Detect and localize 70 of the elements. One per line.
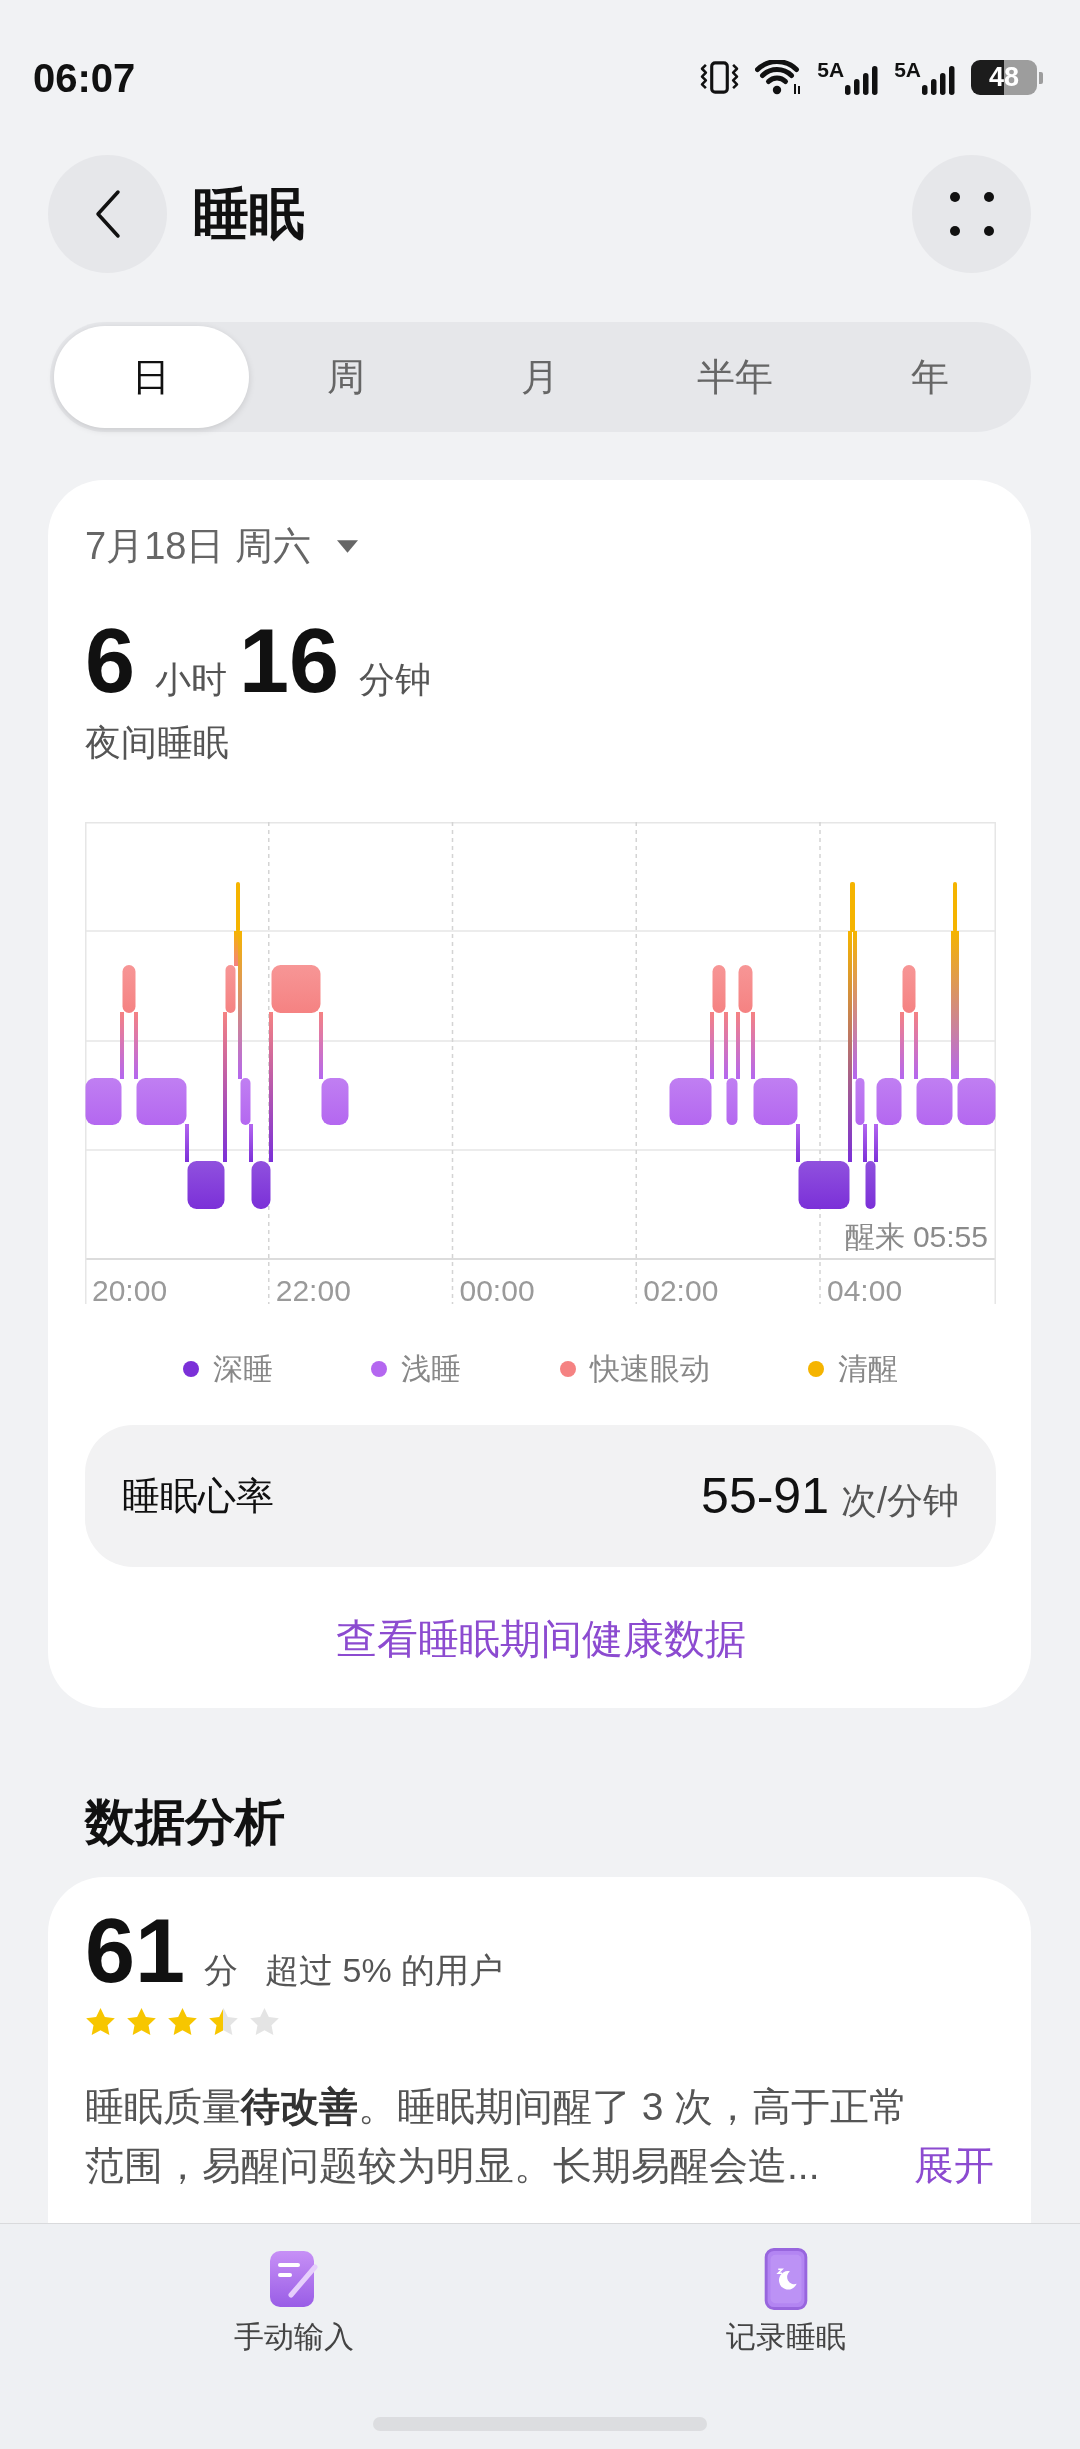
star-icon bbox=[126, 2006, 157, 2037]
back-icon bbox=[93, 189, 122, 239]
light-sleep-block bbox=[876, 1078, 902, 1125]
light-sleep-block bbox=[726, 1078, 738, 1125]
signal-bars-icon bbox=[921, 65, 957, 95]
deep-sleep-block bbox=[865, 1161, 876, 1209]
legend-label: 深睡 bbox=[213, 1351, 274, 1387]
heart-rate-label: 睡眠心率 bbox=[122, 1473, 274, 1519]
light-sleep-block bbox=[855, 1078, 865, 1125]
time-axis-label: 04:00 bbox=[827, 1274, 903, 1307]
time-axis-label: 02:00 bbox=[643, 1274, 719, 1307]
phone-moon-icon bbox=[764, 2248, 808, 2310]
four-dots-icon bbox=[949, 192, 994, 236]
light-sleep-block bbox=[669, 1078, 712, 1125]
network-type-label: 5A bbox=[894, 59, 921, 80]
light-sleep-block bbox=[916, 1078, 953, 1125]
deep-sleep-block bbox=[251, 1161, 271, 1209]
sleep-score: 61 bbox=[85, 1906, 186, 1996]
deep-sleep-block bbox=[798, 1161, 850, 1209]
empty-star-icon bbox=[249, 2006, 280, 2037]
analysis-summary: 睡眠质量待改善。睡眠期间醒了 3 次，高于正常范围，易醒问题较为明显。长期易醒会造... bbox=[85, 2084, 910, 2189]
minutes-unit: 分钟 bbox=[359, 658, 432, 702]
rem-sleep-block bbox=[902, 965, 916, 1013]
record-sleep-button[interactable]: 记录睡眠 bbox=[540, 2248, 1032, 2360]
light-sleep-block bbox=[753, 1078, 798, 1125]
time-axis-label: 22:00 bbox=[275, 1274, 351, 1307]
page-title: 睡眠 bbox=[193, 181, 305, 248]
score-unit: 分 bbox=[204, 1950, 239, 1991]
time-axis-label: 20:00 bbox=[92, 1274, 168, 1307]
light-sleep-block bbox=[240, 1078, 251, 1125]
rem-sleep-block bbox=[122, 965, 136, 1013]
light-sleep-block bbox=[957, 1078, 996, 1125]
date-picker[interactable]: 7月18日 周六 bbox=[85, 522, 358, 571]
status-time: 06:07 bbox=[33, 57, 136, 98]
wake-time-label: 醒来 05:55 bbox=[844, 1220, 988, 1253]
section-title: 数据分析 bbox=[85, 1793, 285, 1852]
notepad-pen-icon bbox=[269, 2248, 319, 2310]
period-tab[interactable]: 日 bbox=[54, 326, 249, 428]
light-sleep-block bbox=[321, 1078, 349, 1125]
rem-sleep-block bbox=[712, 965, 726, 1013]
heart-rate-value: 55-91 bbox=[701, 1466, 829, 1526]
score-comparison: 超过 5% 的用户 bbox=[265, 1950, 504, 1991]
rem-sleep-block bbox=[271, 965, 321, 1013]
period-tab[interactable]: 周 bbox=[248, 326, 444, 428]
light-sleep-block bbox=[136, 1078, 187, 1125]
period-tab[interactable]: 半年 bbox=[637, 326, 833, 428]
star-icon bbox=[167, 2006, 198, 2037]
manual-entry-button[interactable]: 手动输入 bbox=[48, 2248, 540, 2360]
legend-label: 清醒 bbox=[837, 1351, 898, 1387]
network-type-label: 5A bbox=[817, 59, 845, 80]
sleep-type-caption: 夜间睡眠 bbox=[85, 721, 229, 765]
rem-sleep-block bbox=[738, 965, 753, 1013]
half-star-icon bbox=[208, 2006, 239, 2037]
hours-unit: 小时 bbox=[155, 658, 228, 702]
heart-rate-unit: 次/分钟 bbox=[841, 1478, 959, 1523]
expand-link[interactable]: 展开 bbox=[914, 2136, 994, 2195]
sleep-hours: 6 bbox=[85, 616, 136, 706]
sleep-minutes: 16 bbox=[239, 616, 340, 706]
star-icon bbox=[85, 2006, 116, 2037]
legend-label: 快速眼动 bbox=[589, 1351, 710, 1387]
period-tab[interactable]: 年 bbox=[832, 326, 1027, 428]
rem-sleep-block bbox=[225, 965, 236, 1013]
time-axis-label: 00:00 bbox=[459, 1274, 535, 1307]
caret-down-icon bbox=[336, 540, 358, 553]
legend-label: 浅睡 bbox=[401, 1351, 462, 1387]
health-data-link[interactable]: 查看睡眠期间健康数据 bbox=[335, 1611, 746, 1667]
period-tab[interactable]: 月 bbox=[443, 326, 638, 428]
signal-bars-icon bbox=[844, 65, 881, 95]
deep-sleep-block bbox=[187, 1161, 225, 1209]
light-sleep-block bbox=[85, 1078, 122, 1125]
